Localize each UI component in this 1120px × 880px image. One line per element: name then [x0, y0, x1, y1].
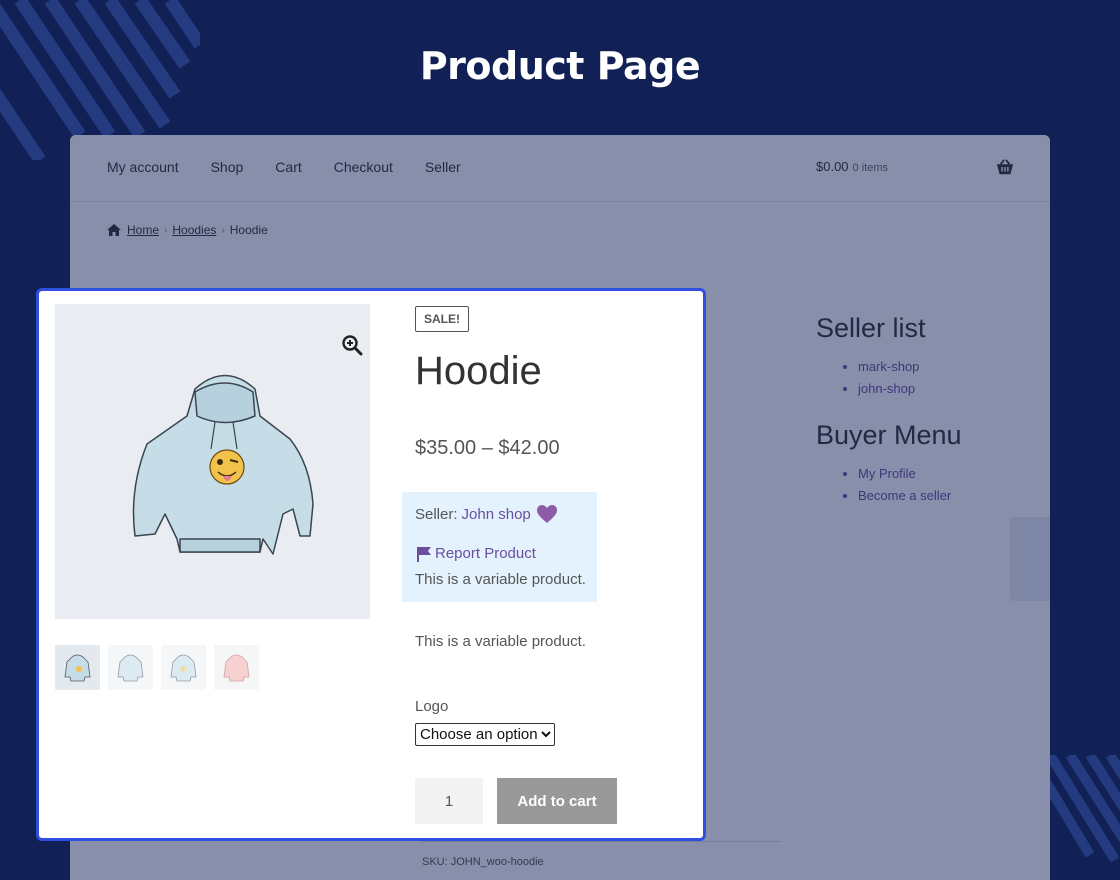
nav-seller[interactable]: Seller [425, 159, 461, 175]
cart-summary[interactable]: $0.00 0 items [816, 159, 888, 174]
product-thumbnail[interactable] [214, 645, 259, 690]
cart-item-count: 0 items [852, 162, 889, 174]
top-navigation: My account Shop Cart Checkout Seller $0.… [70, 135, 1050, 202]
nav-cart[interactable]: Cart [275, 159, 301, 175]
cart-amount: $0.00 [816, 159, 849, 174]
report-product-label: Report Product [435, 545, 536, 562]
product-thumbnails [55, 645, 259, 690]
seller-link-mark-shop[interactable]: mark-shop [858, 356, 1036, 378]
nav-shop[interactable]: Shop [211, 159, 244, 175]
seller-line: Seller: John shop [415, 504, 558, 524]
hoodie-thumb-icon [223, 654, 250, 682]
product-thumbnail[interactable] [108, 645, 153, 690]
breadcrumb-home[interactable]: Home [127, 223, 159, 237]
heart-icon[interactable] [536, 504, 558, 524]
buyer-link-become-seller[interactable]: Become a seller [858, 485, 1036, 507]
basket-icon[interactable] [996, 158, 1014, 176]
breadcrumb-current: Hoodie [229, 223, 268, 237]
report-product-link[interactable]: Report Product [415, 545, 536, 562]
breadcrumb-separator: › [221, 224, 225, 236]
hoodie-thumb-icon [117, 654, 144, 682]
flag-icon [417, 546, 431, 562]
variation-label: Logo [415, 698, 449, 715]
hoodie-image [132, 374, 314, 555]
product-thumbnail[interactable] [161, 645, 206, 690]
product-short-description: This is a variable product. [415, 633, 586, 650]
buyer-menu-heading: Buyer Menu [816, 420, 962, 450]
breadcrumb-category[interactable]: Hoodies [172, 223, 216, 237]
page-title: Product Page [419, 44, 701, 88]
nav-checkout[interactable]: Checkout [334, 159, 393, 175]
breadcrumb: Home › Hoodies › Hoodie [107, 223, 268, 237]
seller-link-john-shop[interactable]: john-shop [858, 378, 1036, 400]
related-product-thumbnail[interactable] [1010, 517, 1050, 601]
vendor-description: This is a variable product. [415, 571, 586, 588]
divider [422, 841, 782, 842]
product-sku: SKU: JOHN_woo-hoodie [422, 856, 544, 868]
product-main-image[interactable] [55, 304, 370, 619]
seller-list-heading: Seller list [816, 313, 926, 343]
buyer-menu: My Profile Become a seller [858, 463, 1036, 507]
product-price: $35.00 – $42.00 [415, 437, 560, 459]
seller-link[interactable]: John shop [462, 506, 531, 523]
sidebar: Seller list mark-shop john-shop Buyer Me… [816, 313, 1036, 527]
logo-variation-select[interactable]: Choose an option [415, 723, 555, 746]
seller-label: Seller: [415, 505, 458, 523]
product-summary-card: SALE! Hoodie $35.00 – $42.00 Seller: Joh… [36, 288, 706, 841]
quantity-input[interactable] [415, 778, 483, 824]
product-title: Hoodie [415, 349, 542, 393]
buyer-link-my-profile[interactable]: My Profile [858, 463, 1036, 485]
product-thumbnail[interactable] [55, 645, 100, 690]
nav-my-account[interactable]: My account [107, 159, 179, 175]
zoom-icon[interactable] [341, 334, 363, 356]
vendor-info-box: Seller: John shop Report Product This is… [402, 492, 597, 602]
add-to-cart-button[interactable]: Add to cart [497, 778, 617, 824]
sale-badge: SALE! [415, 306, 469, 332]
hoodie-thumb-icon [170, 654, 197, 682]
breadcrumb-separator: › [164, 224, 168, 236]
seller-list: mark-shop john-shop [858, 356, 1036, 400]
hoodie-thumb-icon [64, 654, 91, 682]
home-icon [107, 224, 121, 236]
